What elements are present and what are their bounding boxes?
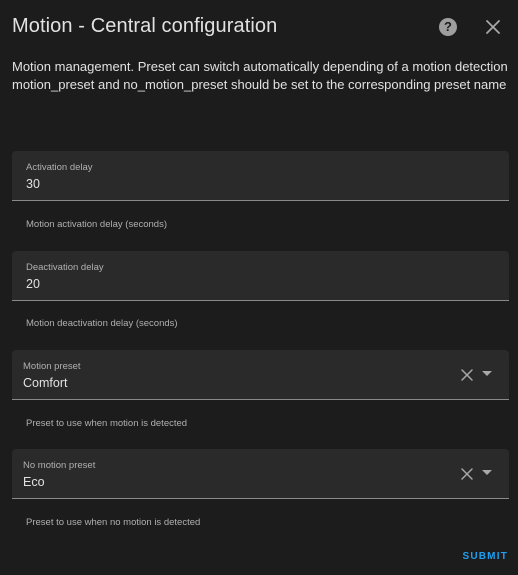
motion-preset-dropdown-icon[interactable] (482, 371, 492, 377)
deactivation-delay-label: Deactivation delay (26, 262, 104, 273)
config-dialog: Motion - Central configuration ? Motion … (0, 0, 518, 575)
motion-preset-label: Motion preset (23, 361, 81, 372)
activation-delay-helper: Motion activation delay (seconds) (26, 219, 167, 230)
activation-delay-input[interactable]: 30 (26, 177, 40, 191)
motion-preset-clear-icon[interactable] (460, 368, 474, 382)
dialog-title: Motion - Central configuration (12, 15, 278, 37)
activation-delay-field[interactable]: Activation delay 30 (12, 151, 509, 201)
no-motion-preset-dropdown-icon[interactable] (482, 470, 492, 476)
submit-button[interactable]: SUBMIT (462, 551, 508, 562)
motion-preset-helper: Preset to use when motion is detected (26, 418, 188, 429)
description-line-2: motion_preset and no_motion_preset shoul… (12, 77, 507, 92)
activation-delay-label: Activation delay (26, 162, 93, 173)
dialog-header: Motion - Central configuration ? (12, 13, 518, 43)
no-motion-preset-label: No motion preset (23, 460, 96, 471)
deactivation-delay-field[interactable]: Deactivation delay 20 (12, 251, 509, 301)
help-icon[interactable]: ? (439, 18, 457, 36)
deactivation-delay-helper: Motion deactivation delay (seconds) (26, 318, 178, 329)
close-icon[interactable] (483, 17, 503, 37)
deactivation-delay-input[interactable]: 20 (26, 277, 40, 291)
no-motion-preset-value: Eco (23, 475, 45, 489)
motion-preset-value: Comfort (23, 376, 68, 390)
no-motion-preset-helper: Preset to use when no motion is detected (26, 517, 201, 528)
no-motion-preset-clear-icon[interactable] (460, 467, 474, 481)
motion-preset-select[interactable]: Motion preset Comfort (12, 350, 509, 400)
dialog-description: Motion management. Preset can switch aut… (12, 58, 508, 94)
no-motion-preset-select[interactable]: No motion preset Eco (12, 449, 509, 499)
description-line-1: Motion management. Preset can switch aut… (12, 59, 508, 74)
